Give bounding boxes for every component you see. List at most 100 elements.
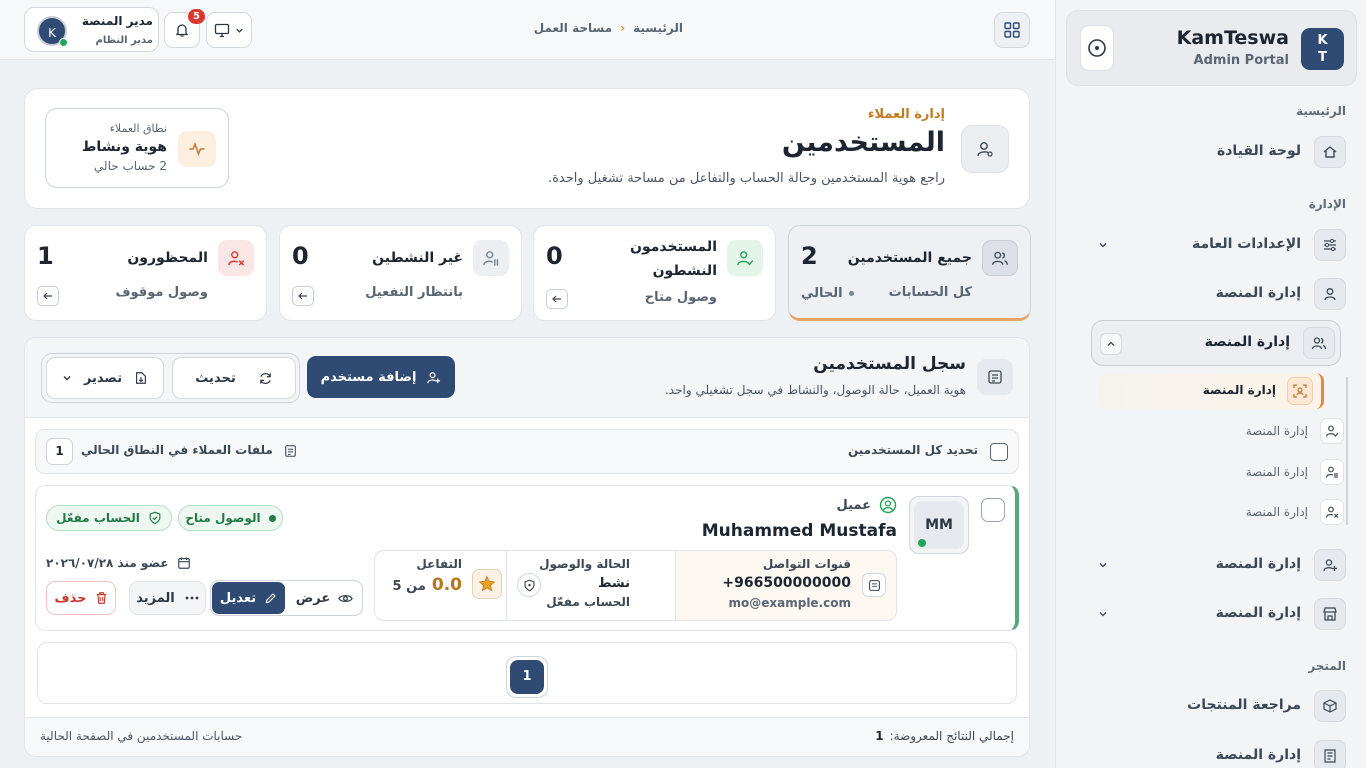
display-mode-button[interactable] bbox=[206, 12, 252, 48]
submenu-label: إدارة المنصة bbox=[1245, 465, 1308, 479]
footer-note: حسابات المستخدمين في الصفحة الحالية bbox=[40, 729, 243, 743]
stat-value: 2 bbox=[801, 242, 818, 270]
sidebar-item-platform-open[interactable]: إدارة المنصة bbox=[1091, 320, 1341, 366]
registry-subtitle: هوية العميل، حالة الوصول، والنشاط في سجل… bbox=[664, 383, 966, 397]
sidebar-item-label: إدارة المنصة bbox=[1215, 605, 1301, 621]
apps-grid-button[interactable] bbox=[994, 12, 1030, 48]
grid-icon bbox=[1004, 22, 1020, 38]
sidebar-item-platform-2[interactable]: إدارة المنصة bbox=[1096, 545, 1346, 585]
stat-note: الحالي bbox=[801, 286, 854, 301]
more-label: المزيد bbox=[136, 590, 175, 606]
sidebar-item-general-settings[interactable]: الإعدادات العامة bbox=[1096, 225, 1346, 265]
add-user-label: إضافة مستخدم bbox=[320, 369, 417, 385]
breadcrumb-home[interactable]: الرئيسية bbox=[633, 21, 683, 35]
stat-active-users[interactable]: المستخدمون النشطون 0 وصول متاح bbox=[533, 225, 776, 321]
brand-initial-2: T bbox=[1318, 50, 1327, 65]
stat-title: غير النشطين bbox=[372, 250, 463, 266]
sidebar-item-platform-4[interactable]: إدارة المنصة bbox=[1096, 736, 1346, 768]
arrow-left-icon[interactable] bbox=[292, 286, 314, 306]
eye-icon bbox=[338, 594, 353, 602]
export-icon bbox=[136, 372, 147, 384]
arrow-left-icon[interactable] bbox=[546, 289, 568, 309]
scope-title: هوية ونشاط bbox=[81, 139, 167, 155]
sidebar-item-product-reviews[interactable]: مراجعة المنتجات bbox=[1096, 686, 1346, 726]
member-since-label: عضو منذ ٢٠٢٦/٠٧/٢٨ bbox=[46, 556, 169, 570]
stat-banned-users[interactable]: المحظورون 1 وصول موقوف bbox=[24, 225, 267, 321]
contact-section: قنوات التواصل +966500000000 mo@example.c… bbox=[675, 551, 896, 620]
submenu-line bbox=[1346, 377, 1348, 525]
edit-button[interactable]: تعديل bbox=[212, 582, 285, 614]
stat-all-users[interactable]: جميع المستخدمين 2 كل الحسابات الحالي bbox=[788, 225, 1031, 321]
account-status-label: الحساب مفعّل bbox=[56, 511, 140, 525]
shield-icon bbox=[517, 573, 541, 597]
chevron-down-icon bbox=[236, 28, 243, 33]
more-button[interactable]: المزيد bbox=[129, 581, 206, 615]
export-button[interactable]: تصدير bbox=[46, 357, 164, 399]
user-phone: +966500000000 bbox=[722, 575, 851, 591]
total-value: 1 bbox=[875, 729, 884, 743]
sidebar-item-label: الإعدادات العامة bbox=[1192, 236, 1301, 252]
submenu-item-2[interactable]: إدارة المنصة bbox=[1117, 415, 1344, 449]
sidebar-item-label: إدارة المنصة bbox=[1215, 556, 1301, 572]
refresh-button[interactable]: تحديث bbox=[172, 357, 296, 399]
status-sub: الحساب مفعّل bbox=[546, 595, 630, 609]
box-icon bbox=[1314, 690, 1346, 722]
id-card-icon bbox=[282, 443, 298, 459]
submenu-item-4[interactable]: إدارة المنصة bbox=[1117, 496, 1344, 530]
user-clock-icon bbox=[1320, 459, 1344, 485]
sidebar-item-platform-1[interactable]: إدارة المنصة bbox=[1096, 274, 1346, 314]
stat-subtitle: وصول موقوف bbox=[115, 285, 208, 300]
brand-name: KamTeswa bbox=[1176, 27, 1289, 49]
engagement-of: من 5 bbox=[392, 579, 426, 594]
chevron-down-icon bbox=[1096, 558, 1110, 572]
arrow-left-icon[interactable] bbox=[37, 286, 59, 306]
delete-button[interactable]: حذف bbox=[46, 581, 116, 615]
star-icon bbox=[472, 569, 502, 599]
user-settings-icon bbox=[961, 125, 1009, 173]
monitor-icon bbox=[214, 23, 230, 38]
access-status-label: الوصول متاح bbox=[185, 511, 261, 525]
sidebar-item-platform-3[interactable]: إدارة المنصة bbox=[1096, 594, 1346, 634]
registry-header: سجل المستخدمين هوية العميل، حالة الوصول،… bbox=[25, 338, 1029, 418]
row-checkbox[interactable] bbox=[981, 498, 1005, 522]
stat-subtitle: وصول متاح bbox=[644, 290, 717, 305]
more-dots-icon bbox=[185, 596, 199, 600]
refresh-icon bbox=[259, 372, 271, 384]
stat-subtitle: بانتظار التفعيل bbox=[365, 285, 463, 300]
section-admin: الإدارة bbox=[1308, 197, 1346, 211]
scope-label: نطاق العملاء bbox=[109, 122, 167, 135]
stat-note-label: الحالي bbox=[801, 286, 843, 301]
sliders-icon bbox=[1314, 229, 1346, 261]
sidebar: KT KamTeswa Admin Portal الرئيسية لوحة ا… bbox=[1055, 0, 1366, 768]
total-results: إجمالي النتائج المعروضة: 1 bbox=[875, 729, 1014, 743]
page-title: المستخدمين bbox=[781, 127, 945, 158]
user-circle-icon bbox=[879, 496, 897, 514]
user-row[interactable]: MM عميل Muhammed Mustafa الحساب مفعّل ال… bbox=[35, 485, 1019, 631]
page-button-current[interactable]: 1 bbox=[510, 660, 544, 694]
user-menu[interactable]: K مدير المنصة مدير النظام bbox=[24, 7, 159, 52]
bell-icon bbox=[175, 24, 189, 37]
contact-card-icon bbox=[862, 573, 886, 597]
users-icon bbox=[982, 240, 1018, 276]
stat-inactive-users[interactable]: غير النشطين 0 بانتظار التفعيل bbox=[279, 225, 522, 321]
delete-label: حذف bbox=[54, 590, 87, 606]
stat-value: 0 bbox=[546, 242, 563, 270]
receipt-icon bbox=[1314, 740, 1346, 768]
sidebar-toggle-button[interactable] bbox=[1080, 25, 1114, 71]
status-dot bbox=[268, 514, 276, 522]
sidebar-item-dashboard[interactable]: لوحة القيادة bbox=[1096, 132, 1346, 172]
breadcrumb: الرئيسية ‹ مساحة العمل bbox=[534, 21, 683, 35]
submenu-item-3[interactable]: إدارة المنصة bbox=[1117, 456, 1344, 490]
submenu-label: إدارة المنصة bbox=[1245, 424, 1308, 438]
user-plus-icon bbox=[1314, 549, 1346, 581]
user-clock-icon bbox=[473, 240, 509, 276]
submenu-item-active[interactable]: إدارة المنصة bbox=[1098, 373, 1324, 409]
add-user-button[interactable]: إضافة مستخدم bbox=[307, 356, 455, 398]
bulk-select-bar: تحديد كل المستخدمين 1 ملفات العملاء في ا… bbox=[35, 429, 1019, 474]
stat-title: المستخدمون النشطون bbox=[630, 239, 717, 279]
view-button[interactable]: عرض bbox=[288, 582, 361, 614]
user-plus-icon bbox=[427, 371, 441, 383]
user-name[interactable]: Muhammed Mustafa bbox=[702, 521, 897, 541]
notifications-button[interactable]: 5 bbox=[164, 9, 205, 48]
select-all-checkbox[interactable] bbox=[990, 443, 1008, 461]
